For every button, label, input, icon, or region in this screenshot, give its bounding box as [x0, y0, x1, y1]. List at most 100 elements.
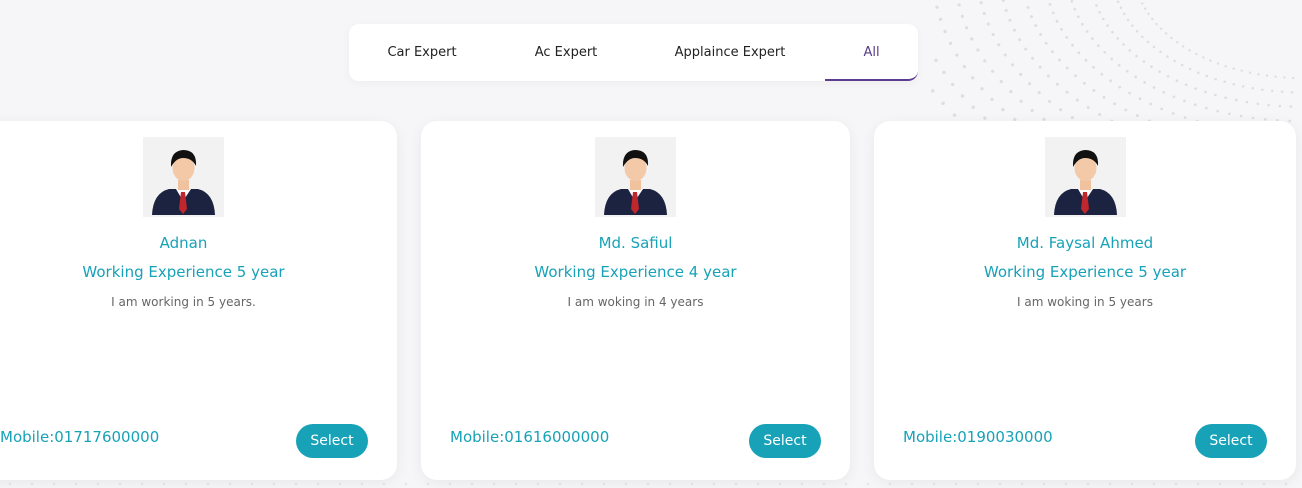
background-dot [971, 105, 975, 109]
background-dot [360, 482, 364, 486]
background-dot [1038, 65, 1042, 69]
background-dot [1144, 7, 1147, 10]
background-dot [1073, 7, 1077, 11]
background-dot [602, 482, 606, 486]
expert-mobile: Mobile:0190030000 [903, 428, 1053, 446]
background-dot [448, 482, 452, 486]
background-dot [1146, 40, 1150, 44]
expert-mobile: Mobile:01616000000 [450, 428, 610, 446]
select-button[interactable]: Select [749, 424, 821, 458]
background-dot [1135, 114, 1139, 118]
background-dot [998, 482, 1002, 486]
tab-ac-expert[interactable]: Ac Expert [519, 24, 613, 81]
background-dot [1214, 77, 1217, 81]
expert-experience: Working Experience 4 year [534, 263, 737, 281]
background-dot [580, 482, 584, 486]
background-dot [932, 482, 936, 486]
background-dot [1119, 6, 1123, 10]
background-dot [1214, 93, 1217, 97]
background-dot [52, 482, 56, 486]
background-dot [1030, 108, 1034, 113]
tab-appliance-expert[interactable]: Applaince Expert [659, 24, 801, 81]
background-dot [1216, 62, 1220, 65]
background-dot [1159, 50, 1162, 54]
background-dot [1031, 56, 1035, 60]
background-dot [976, 482, 980, 486]
background-dot [1193, 103, 1197, 107]
background-dot [404, 482, 408, 486]
businessman-avatar-icon [143, 137, 224, 217]
select-button[interactable]: Select [296, 424, 368, 458]
background-dot [822, 482, 826, 486]
background-dot [1251, 116, 1255, 120]
background-dot [1257, 73, 1260, 76]
tab-car-expert[interactable]: Car Expert [374, 24, 470, 81]
background-dot [1245, 100, 1249, 104]
background-dot [1018, 38, 1022, 42]
background-dot [1175, 79, 1179, 82]
background-dot [30, 482, 34, 486]
background-dot [1240, 69, 1244, 73]
background-dot [1184, 83, 1188, 86]
background-dot [938, 17, 943, 22]
background-dot [951, 82, 955, 87]
background-dot [948, 41, 953, 46]
background-dot [1051, 50, 1054, 54]
background-dot [1141, 2, 1144, 5]
background-dot [1162, 90, 1166, 94]
background-dot [1143, 81, 1146, 84]
background-dot [1019, 72, 1023, 76]
background-dot [991, 32, 995, 37]
background-dot [960, 94, 965, 98]
background-dot [957, 3, 961, 7]
background-dot [888, 482, 892, 486]
expert-card: Adnan Working Experience 5 year I am wor… [0, 121, 397, 480]
background-dot [990, 97, 994, 102]
background-dot [1138, 97, 1142, 101]
background-dot [1092, 65, 1095, 69]
background-dot [1011, 63, 1015, 67]
background-dot [1174, 482, 1178, 486]
background-dot [941, 101, 945, 105]
select-button[interactable]: Select [1195, 424, 1267, 458]
background-dot [1135, 54, 1138, 58]
background-dot [734, 482, 738, 486]
expert-card: Md. Safiul Working Experience 4 year I a… [421, 121, 850, 480]
background-dot [1195, 52, 1198, 56]
background-dot [1234, 98, 1238, 102]
background-dot [74, 482, 78, 486]
background-dot [1135, 29, 1139, 33]
background-dot [952, 113, 957, 117]
background-dot [316, 482, 320, 486]
background-dot [1091, 37, 1094, 40]
tab-all[interactable]: All [825, 24, 918, 81]
background-dot [1270, 89, 1274, 93]
background-dot [980, 87, 984, 91]
background-dot [1103, 50, 1107, 54]
background-dot [492, 482, 496, 486]
expert-name: Adnan [159, 234, 208, 252]
background-dot [1074, 74, 1077, 78]
background-dot [1001, 0, 1005, 2]
background-dot [1058, 58, 1061, 62]
background-dot [1024, 47, 1028, 51]
background-dot [1149, 102, 1152, 106]
background-dot [1020, 482, 1024, 486]
background-dot [1141, 35, 1144, 38]
background-dot [1131, 24, 1134, 27]
background-dot [1098, 113, 1102, 116]
background-dot [1150, 65, 1153, 68]
background-dot [1278, 104, 1282, 108]
background-dot [1060, 27, 1063, 31]
background-dot [1173, 59, 1176, 63]
expert-description: I am woking in 5 years [1017, 295, 1153, 309]
background-dot [1284, 482, 1288, 486]
background-dot [1048, 3, 1052, 6]
background-dot [1130, 482, 1134, 486]
background-dot [1166, 75, 1170, 78]
background-dot [1160, 107, 1164, 111]
background-dot [1086, 106, 1090, 109]
background-dot [1055, 19, 1059, 23]
background-dot [934, 58, 938, 62]
expert-name: Md. Faysal Ahmed [1016, 234, 1154, 252]
